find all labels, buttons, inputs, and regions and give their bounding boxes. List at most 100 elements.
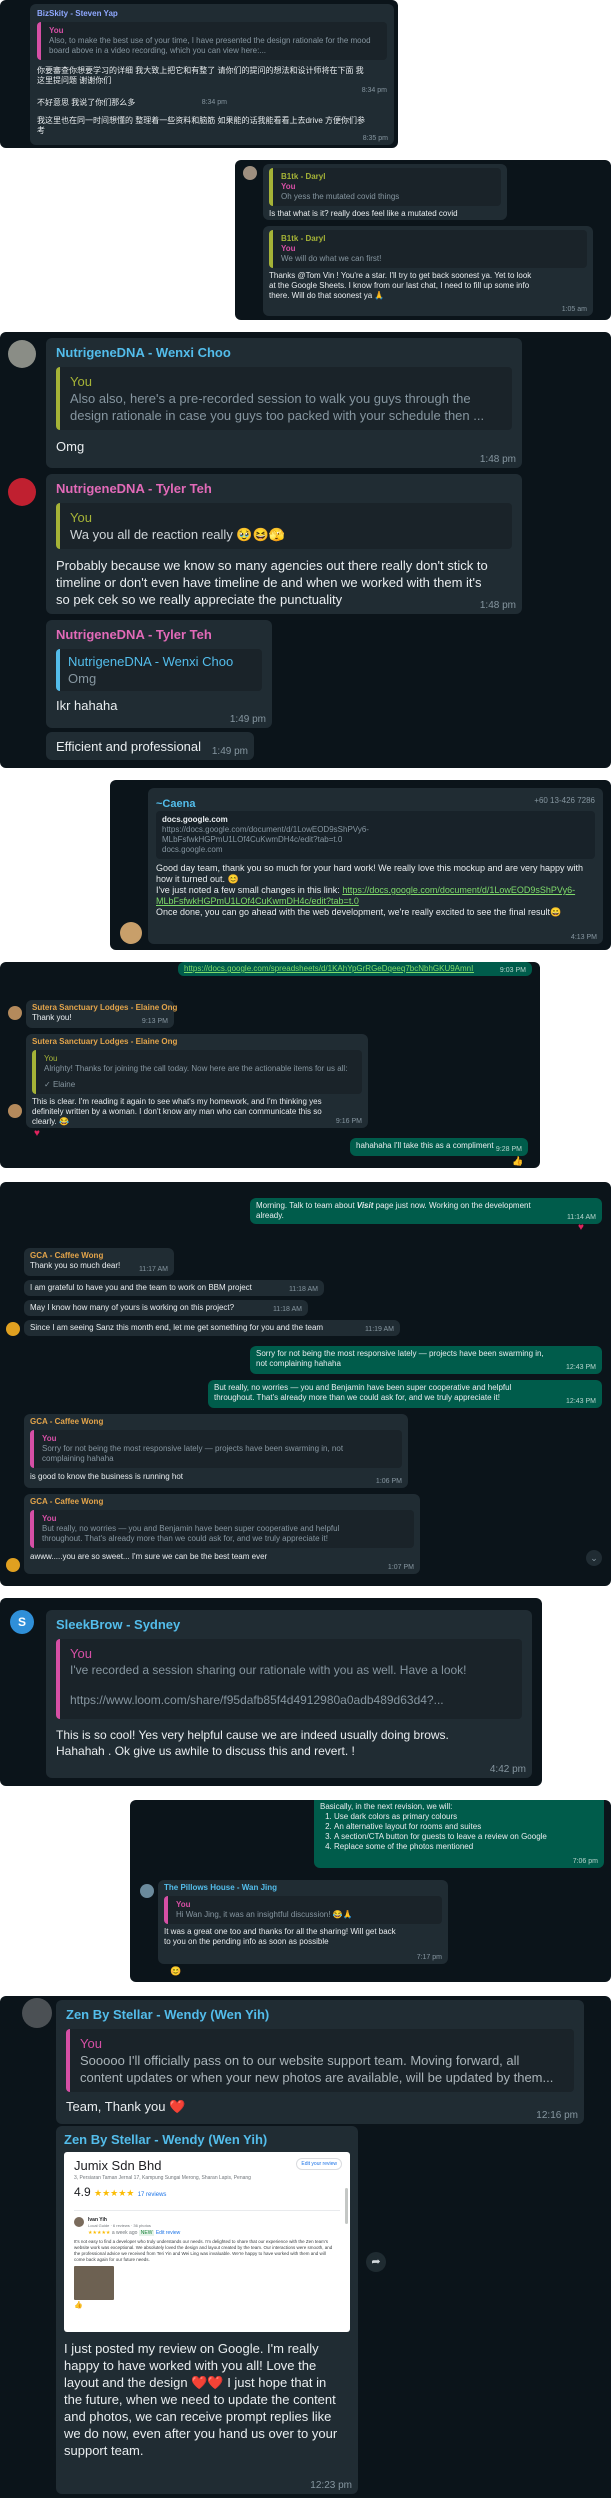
avatar[interactable]: S [10, 1610, 34, 1634]
list-item: An alternative layout for rooms and suit… [334, 1822, 598, 1832]
message-bubble[interactable]: May I know how many of yours is working … [24, 1300, 308, 1316]
chat-panel-pillows: Basically, in the next revision, we will… [130, 1800, 611, 1982]
message-bubble[interactable]: Efficient and professional 1:49 pm [46, 732, 254, 760]
message-bubble[interactable]: NutrigeneDNA - Tyler Teh You Wa you all … [46, 474, 522, 614]
message-bubble[interactable]: I am grateful to have you and the team t… [24, 1280, 324, 1296]
message-time: 1:48 pm [479, 454, 516, 465]
message-time: 11:18 AM [272, 1306, 302, 1313]
message-bubble[interactable]: Zen By Stellar - Wendy (Wen Yih) Jumix S… [56, 2126, 358, 2494]
message-bubble[interactable]: B1tk - Daryl You We will do what we can … [263, 226, 593, 316]
message-time: 8:34 pm [201, 99, 227, 106]
message-time: 4:42 pm [489, 1764, 526, 1775]
avatar[interactable] [8, 478, 36, 506]
message-row: 8:34 pm 不好意思 我说了你们那么多 8:34 pm [37, 86, 387, 108]
rating-value: 4.9 [74, 2185, 91, 2199]
quote-text: I've recorded a session sharing our rati… [70, 1663, 467, 1677]
sender-name: Sutera Sanctuary Lodges - Elaine Ong [32, 1003, 178, 1012]
like-icon[interactable]: 👍 [74, 2301, 340, 2309]
message-bubble[interactable]: ~Caena +60 13-426 7286 docs.google.com h… [148, 788, 603, 944]
avatar[interactable] [140, 1884, 154, 1898]
message-text: I just posted my review on Google. I'm r… [64, 2341, 338, 2458]
chat-panel-gca: Morning. Talk to team about Visit page j… [0, 1182, 611, 1586]
quoted-message[interactable]: You I've recorded a session sharing our … [56, 1639, 522, 1719]
sender-name: The Pillows House - Wan Jing [164, 1883, 278, 1892]
message-bubble[interactable]: The Pillows House - Wan Jing You Hi Wan … [158, 1880, 448, 1964]
link-preview[interactable]: docs.google.com https://docs.google.com/… [156, 811, 595, 859]
message-bubble[interactable]: GCA - Caffee Wong You But really, no wor… [24, 1494, 420, 1574]
quote-you: You [176, 1900, 191, 1909]
quoted-message[interactable]: You Alrighty! Thanks for joining the cal… [32, 1050, 362, 1094]
message-time: 1:06 PM [375, 1478, 402, 1485]
message-text: Ikr hahaha [56, 698, 118, 713]
scroll-down-button[interactable]: ⌄ [586, 1550, 602, 1566]
message-bubble[interactable]: Morning. Talk to team about Visit page j… [250, 1198, 602, 1224]
quoted-message[interactable]: You Also also, here's a pre-recorded ses… [56, 367, 512, 430]
avatar[interactable] [6, 1558, 20, 1572]
preview-url: https://docs.google.com/document/d/1LowE… [162, 825, 369, 844]
review-screenshot[interactable]: Jumix Sdn Bhd Edit your review 3, Persia… [64, 2152, 350, 2332]
message-emphasis: Visit [356, 1201, 374, 1210]
sender-name: NutrigeneDNA - Wenxi Choo [56, 345, 231, 360]
quote-link: https://www.loom.com/share/f95dafb85f4d4… [70, 1693, 444, 1707]
message-bubble[interactable]: NutrigeneDNA - Wenxi Choo You Also also,… [46, 338, 522, 468]
sender-name: Zen By Stellar - Wendy (Wen Yih) [64, 2132, 268, 2147]
message-text: Basically, in the next revision, we will… [320, 1802, 453, 1811]
avatar[interactable] [243, 166, 257, 180]
forward-icon[interactable]: ➦ [366, 2252, 386, 2272]
quoted-message[interactable]: You Sooooo I'll officially pass on to ou… [66, 2029, 574, 2092]
message-bubble[interactable]: Sutera Sanctuary Lodges - Elaine Ong You… [26, 1034, 368, 1128]
edit-review-button[interactable]: Edit your review [296, 2158, 342, 2170]
edit-review-link[interactable]: Edit review [156, 2230, 180, 2236]
quoted-message[interactable]: B1tk - Daryl You We will do what we can … [269, 230, 587, 268]
message-bubble[interactable]: Zen By Stellar - Wendy (Wen Yih) You Soo… [56, 2000, 584, 2124]
message-bubble[interactable]: Sorry for not being the most responsive … [250, 1346, 602, 1374]
avatar[interactable] [8, 1104, 22, 1118]
preview-title: docs.google.com [162, 815, 228, 824]
quoted-message[interactable]: You Sorry for not being the most respons… [30, 1430, 402, 1468]
scrollbar[interactable] [345, 2188, 348, 2224]
quoted-message[interactable]: You Wa you all de reaction really 🥹😆🫣 [56, 503, 512, 549]
avatar[interactable] [8, 340, 36, 368]
message-bubble[interactable]: GCA - Caffee Wong You Sorry for not bein… [24, 1414, 408, 1488]
quoted-message[interactable]: NutrigeneDNA - Wenxi Choo Omg [56, 649, 262, 691]
message-bubble[interactable]: Sutera Sanctuary Lodges - Elaine Ong Tha… [26, 1000, 178, 1028]
chat-panel-nutrigene: NutrigeneDNA - Wenxi Choo You Also also,… [0, 332, 611, 768]
sender-name: Zen By Stellar - Wendy (Wen Yih) [66, 2007, 270, 2022]
quote-text: Omg [68, 671, 97, 686]
avatar[interactable] [120, 922, 142, 944]
message-bubble[interactable]: Since I am seeing Sanz this month end, l… [24, 1320, 400, 1336]
avatar[interactable] [8, 1006, 22, 1020]
quoted-message[interactable]: B1tk - Daryl You Oh yess the mutated cov… [269, 168, 501, 206]
message-text: May I know how many of yours is working … [30, 1303, 235, 1312]
message-time: 9:16 PM [335, 1118, 362, 1125]
quote-text: Hi Wan Jing, it was an insightful discus… [176, 1910, 353, 1919]
sender-name: BizSkity - Steven Yap [37, 9, 118, 18]
message-time: 8:35 pm [362, 135, 388, 142]
message-bubble[interactable]: hahahaha I'll take this as a compliment … [350, 1138, 528, 1156]
rating-row: 4.9 ★★★★★ 17 reviews [74, 2185, 340, 2202]
review-text: It's not easy to find a developer who tr… [74, 2239, 333, 2262]
message-link[interactable]: https://docs.google.com/spreadsheets/d/1… [184, 964, 474, 974]
avatar[interactable] [6, 1322, 20, 1336]
message-text: 我这里也在同一时间想懂的 整理着一些资料和脑筋 如果能的话我能看看上去drive… [37, 116, 366, 135]
message-bubble[interactable]: SleekBrow - Sydney You I've recorded a s… [46, 1610, 532, 1778]
message-time: 12:16 pm [536, 2110, 578, 2121]
message-time: 11:17 AM [138, 1266, 168, 1273]
review-photo[interactable] [74, 2266, 114, 2300]
message-bubble[interactable]: But really, no worries — you and Benjami… [208, 1380, 602, 1408]
message-text: 不好意思 我说了你们那么多 [37, 98, 136, 107]
message-bubble[interactable]: GCA - Caffee Wong Thank you so much dear… [24, 1248, 174, 1276]
message-text: I am grateful to have you and the team t… [30, 1283, 252, 1292]
message-bubble[interactable]: B1tk - Daryl You Oh yess the mutated cov… [263, 164, 507, 220]
quoted-message[interactable]: You Also, to make the best use of your t… [37, 22, 387, 60]
quoted-message[interactable]: You Hi Wan Jing, it was an insightful di… [164, 1896, 442, 1924]
message-bubble[interactable]: Basically, in the next revision, we will… [314, 1800, 604, 1868]
avatar[interactable] [22, 1998, 52, 2028]
chat-panel-bizskity: BizSkity - Steven Yap You Also, to make … [0, 0, 398, 148]
message-bubble[interactable]: NutrigeneDNA - Tyler Teh NutrigeneDNA - … [46, 620, 272, 728]
quoted-message[interactable]: You But really, no worries — you and Ben… [30, 1510, 414, 1548]
message-bubble[interactable]: BizSkity - Steven Yap You Also, to make … [30, 4, 394, 145]
sender-name: GCA - Caffee Wong [30, 1417, 104, 1426]
quote-text: Sooooo I'll officially pass on to our we… [80, 2053, 554, 2085]
message-bubble[interactable]: https://docs.google.com/spreadsheets/d/1… [178, 962, 532, 976]
